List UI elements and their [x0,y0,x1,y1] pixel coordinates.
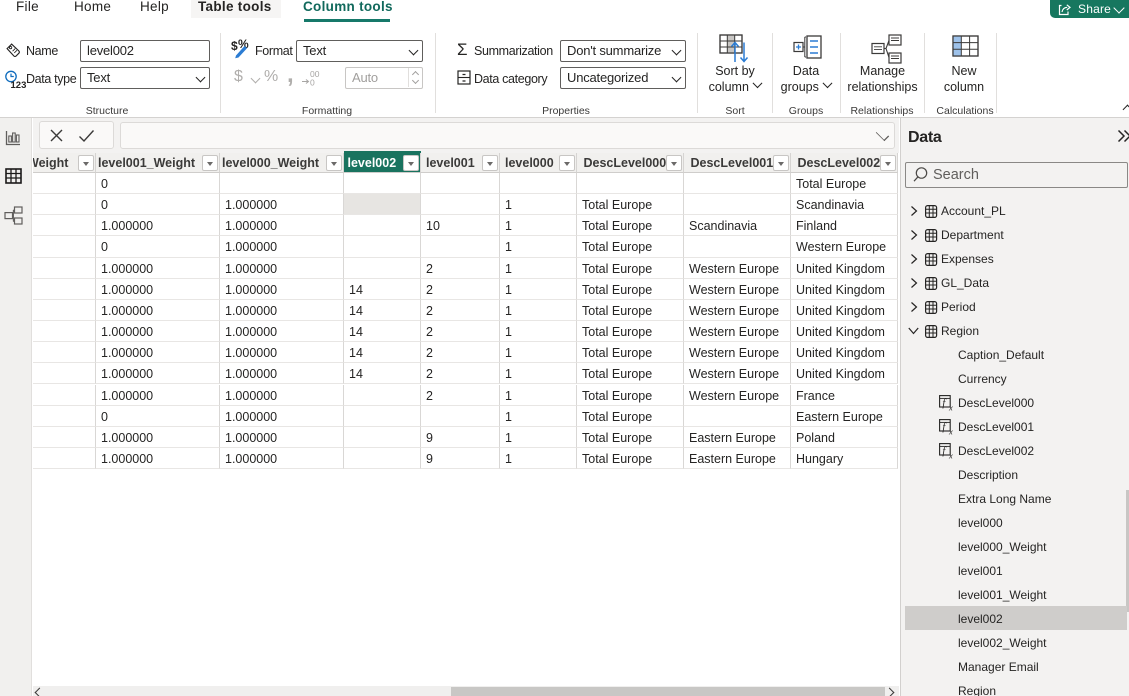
svg-text:0: 0 [310,78,315,88]
svg-text:x: x [948,451,953,459]
svg-text:f: f [942,398,947,409]
svg-text:$: $ [231,39,238,53]
svg-text:f: f [942,422,947,433]
svg-text:f: f [942,446,947,457]
svg-text:x: x [948,427,953,435]
svg-text:x: x [948,403,953,411]
svg-text:123: 123 [11,80,27,91]
